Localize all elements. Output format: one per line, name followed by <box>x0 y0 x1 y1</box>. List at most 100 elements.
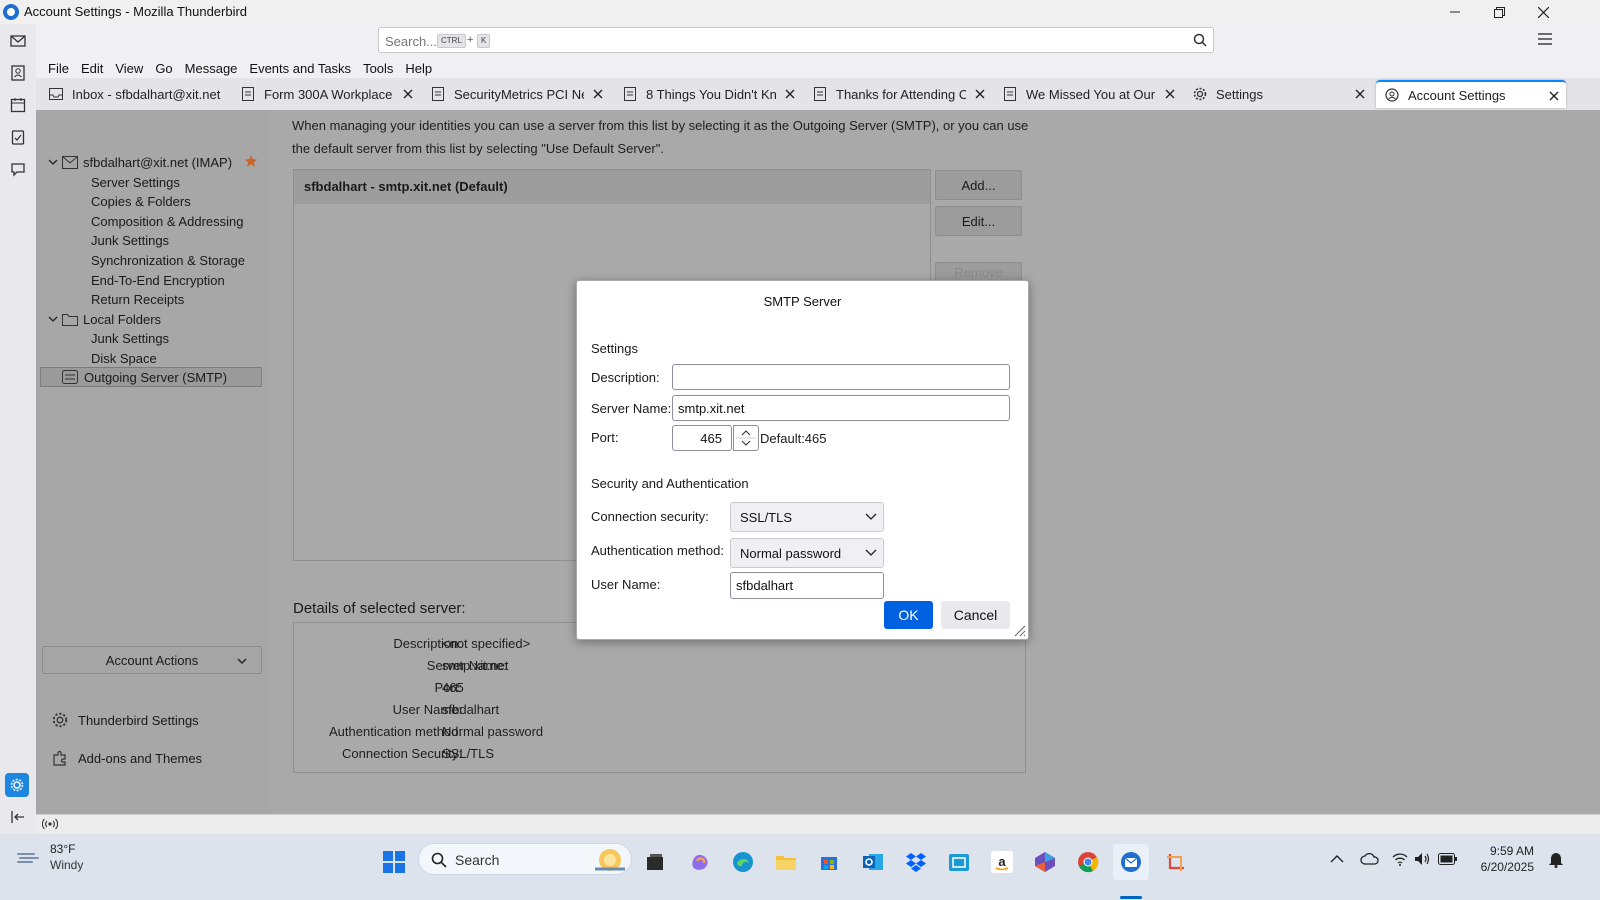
tree-sync-storage[interactable]: Synchronization & Storage <box>91 250 245 270</box>
menu-events-and-tasks[interactable]: Events and Tasks <box>243 61 357 76</box>
snipping-tool-icon[interactable] <box>1158 844 1194 880</box>
tab-account-settings[interactable]: Account Settings <box>1376 80 1566 108</box>
close-tab-icon[interactable] <box>400 86 416 102</box>
windows-start-icon[interactable] <box>376 844 412 880</box>
notifications-bell-icon[interactable] <box>1548 850 1564 868</box>
app-icon[interactable] <box>941 844 977 880</box>
remove-server-button[interactable]: Remove <box>935 262 1022 282</box>
volume-icon[interactable] <box>1414 852 1430 866</box>
close-tab-icon[interactable] <box>590 86 606 102</box>
global-search-input[interactable]: Search... CTRL + K <box>378 27 1214 53</box>
edit-server-button[interactable]: Edit... <box>935 206 1022 236</box>
conn-security-value: SSL/TLS <box>740 510 793 525</box>
close-tab-icon[interactable] <box>1352 86 1368 102</box>
svg-text:a: a <box>998 854 1006 869</box>
tab-label: Inbox - sfbdalhart@xit.net (I <box>72 86 222 102</box>
menu-go[interactable]: Go <box>149 61 178 76</box>
outgoing-server-icon <box>62 370 78 384</box>
detail-conn-security-label: Connection Security: <box>342 746 462 761</box>
taskbar-search-box[interactable]: Search <box>418 843 632 875</box>
show-hidden-icons[interactable] <box>1330 854 1344 864</box>
weather-icon[interactable] <box>16 846 42 866</box>
outlook-icon[interactable] <box>855 844 891 880</box>
tree-outgoing-server[interactable]: Outgoing Server (SMTP) <box>40 367 262 387</box>
port-input[interactable]: 465 <box>672 425 732 451</box>
close-window-button[interactable] <box>1520 0 1566 24</box>
address-book-icon[interactable] <box>6 61 30 85</box>
menu-help[interactable]: Help <box>399 61 438 76</box>
tree-e2e-encryption[interactable]: End-To-End Encryption <box>91 270 225 290</box>
edge-icon[interactable] <box>725 844 761 880</box>
security-heading: Security and Authentication <box>591 476 749 491</box>
tab-settings[interactable]: Settings <box>1192 80 1372 108</box>
tree-copies-folders[interactable]: Copies & Folders <box>91 191 191 211</box>
resize-grip-icon[interactable] <box>1012 623 1026 637</box>
ok-button[interactable]: OK <box>884 601 933 629</box>
server-list-item[interactable]: sfbdalhart - smtp.xit.net (Default) <box>294 170 930 204</box>
menu-tools[interactable]: Tools <box>357 61 399 76</box>
user-name-input[interactable]: sfbdalhart <box>730 572 884 599</box>
menu-file[interactable]: File <box>42 61 75 76</box>
wifi-icon[interactable] <box>1392 852 1408 866</box>
battery-icon[interactable] <box>1438 853 1458 865</box>
close-tab-icon[interactable] <box>972 86 988 102</box>
search-icon[interactable] <box>1193 33 1207 47</box>
settings-space-icon[interactable] <box>5 773 29 797</box>
auth-method-select[interactable]: Normal password <box>730 538 884 568</box>
tab-message-2[interactable]: SecurityMetrics PCI New <box>430 80 610 108</box>
description-input[interactable] <box>672 364 1010 390</box>
collapse-spaces-icon[interactable] <box>6 805 30 829</box>
close-tab-icon[interactable] <box>1162 86 1178 102</box>
minimize-button[interactable] <box>1432 0 1478 24</box>
amazon-icon[interactable]: a <box>984 844 1020 880</box>
tasks-icon[interactable] <box>6 125 30 149</box>
menu-view[interactable]: View <box>109 61 149 76</box>
tab-message-4[interactable]: Thanks for Attending Ou <box>812 80 992 108</box>
chrome-icon[interactable] <box>1070 844 1106 880</box>
server-name-input[interactable]: smtp.xit.net <box>672 395 1010 421</box>
tree-server-settings[interactable]: Server Settings <box>91 172 180 192</box>
cancel-button[interactable]: Cancel <box>941 601 1010 629</box>
detail-description-label: Description: <box>393 636 462 651</box>
thunderbird-taskbar-icon[interactable] <box>1113 844 1149 880</box>
tree-local-junk-settings[interactable]: Junk Settings <box>91 328 169 348</box>
online-status-icon[interactable] <box>42 818 58 830</box>
tab-message-1[interactable]: Form 300A Workplace Po <box>240 80 420 108</box>
tab-inbox[interactable]: Inbox - sfbdalhart@xit.net (I <box>48 80 234 108</box>
shortcut-plus: + <box>467 34 474 46</box>
tab-message-3[interactable]: 8 Things You Didn't Kno <box>622 80 802 108</box>
microsoft-store-icon[interactable] <box>811 844 847 880</box>
description-label: Description: <box>591 370 660 385</box>
clock-time[interactable]: 9:59 AM <box>1478 844 1534 858</box>
menu-message[interactable]: Message <box>179 61 244 76</box>
tree-disk-space[interactable]: Disk Space <box>91 348 157 368</box>
copilot-icon[interactable] <box>682 844 718 880</box>
tree-return-receipts[interactable]: Return Receipts <box>91 289 184 309</box>
tree-junk-settings[interactable]: Junk Settings <box>91 230 169 250</box>
dropbox-icon[interactable] <box>898 844 934 880</box>
conn-security-select[interactable]: SSL/TLS <box>730 502 884 532</box>
close-tab-icon[interactable] <box>782 86 798 102</box>
tab-message-5[interactable]: We Missed You at Our W <box>1002 80 1182 108</box>
onedrive-icon[interactable] <box>1360 852 1380 866</box>
menu-edit[interactable]: Edit <box>75 61 109 76</box>
tab-bar: Inbox - sfbdalhart@xit.net (I Form 300A … <box>36 78 1600 110</box>
clock-date[interactable]: 6/20/2025 <box>1468 860 1534 874</box>
chat-icon[interactable] <box>6 157 30 181</box>
add-server-button[interactable]: Add... <box>935 170 1022 200</box>
shortcut-ctrl: CTRL <box>437 34 466 48</box>
file-explorer-icon[interactable] <box>768 844 804 880</box>
restore-button[interactable] <box>1476 0 1522 24</box>
tree-account[interactable]: sfbdalhart@xit.net (IMAP) <box>48 152 232 172</box>
m365-icon[interactable] <box>1027 844 1063 880</box>
account-name: sfbdalhart@xit.net (IMAP) <box>83 154 233 170</box>
mail-icon[interactable] <box>6 29 30 53</box>
tab-label: SecurityMetrics PCI New <box>454 86 584 102</box>
tree-composition-addressing[interactable]: Composition & Addressing <box>91 211 243 231</box>
task-view-icon[interactable] <box>637 844 673 880</box>
calendar-icon[interactable] <box>6 93 30 117</box>
close-tab-icon[interactable] <box>1546 88 1562 104</box>
tree-local-folders[interactable]: Local Folders <box>48 309 161 329</box>
port-stepper[interactable] <box>733 425 759 451</box>
app-menu-icon[interactable] <box>1538 33 1552 45</box>
